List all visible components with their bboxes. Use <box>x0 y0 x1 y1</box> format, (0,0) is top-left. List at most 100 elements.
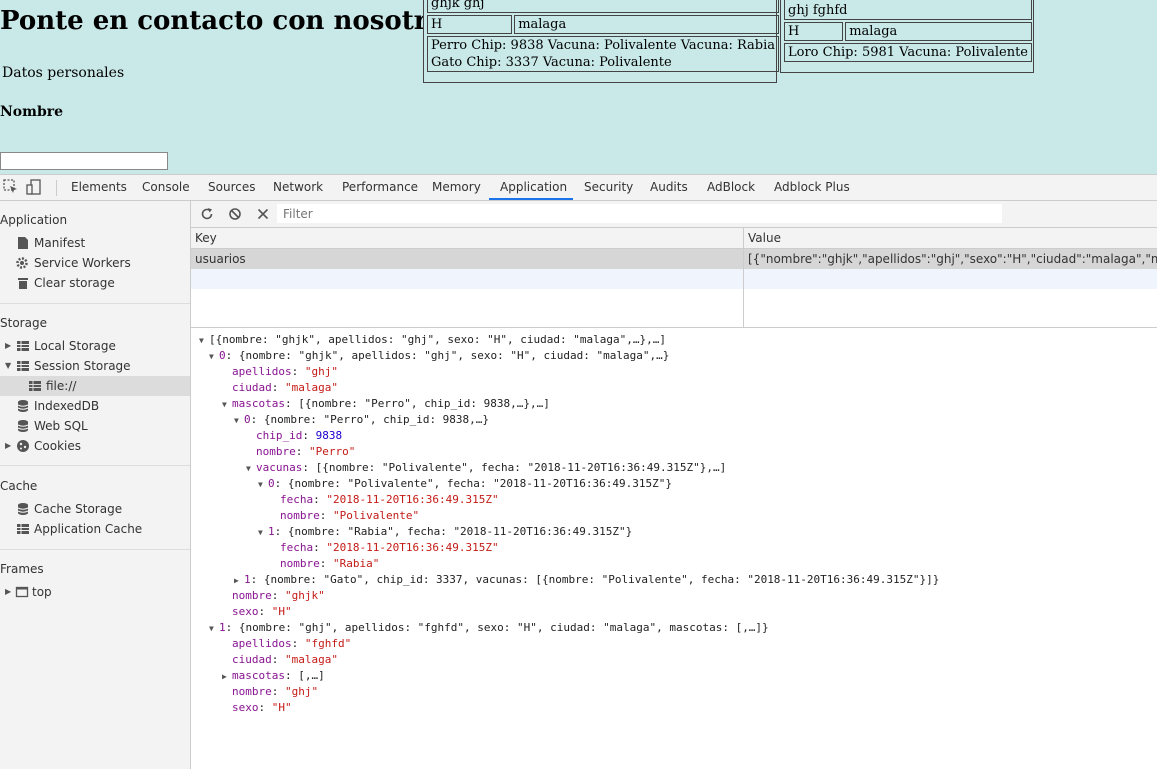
tree-prop: nombre: "Rabia" <box>280 557 380 570</box>
user-ciudad-cell: malaga <box>845 22 1032 41</box>
node-summary: [{nombre: "Polivalente", fecha: "2018-11… <box>315 461 727 474</box>
sidebar-item-label: top <box>32 585 52 599</box>
grid-icon <box>17 524 29 534</box>
node-summary: {nombre: "Rabia", fecha: "2018-11-20T16:… <box>287 525 633 538</box>
prop-value: 9838 <box>315 429 343 442</box>
tab-adblock-plus[interactable]: Adblock Plus <box>765 175 859 200</box>
collapse-arrow-icon[interactable]: ▼ <box>234 413 244 429</box>
table-row[interactable]: usuarios [{"nombre":"ghjk","apellidos":"… <box>191 249 1157 269</box>
tree-prop: ciudad: "malaga" <box>232 653 338 666</box>
sidebar-item-clear-storage[interactable]: Clear storage <box>0 273 190 293</box>
expand-arrow-icon[interactable]: ▶ <box>234 573 244 589</box>
sidebar-divider <box>0 549 190 550</box>
pet-line: Gato Chip: 3337 Vacuna: Polivalente <box>431 55 672 70</box>
collapse-arrow-icon[interactable]: ▼ <box>258 477 268 493</box>
tree-prop: fecha: "2018-11-20T16:36:49.315Z" <box>280 493 499 506</box>
tab-network[interactable]: Network <box>264 175 332 200</box>
tab-audits[interactable]: Audits <box>641 175 697 200</box>
prop-value: "Rabia" <box>333 557 380 570</box>
tree-node-user-1[interactable]: ▼ 1: {nombre: "ghj", apellidos: "fghfd", … <box>209 620 769 636</box>
collapse-arrow-icon[interactable]: ▼ <box>5 356 11 376</box>
sidebar-item-cookies[interactable]: ▶ Cookies <box>0 436 190 456</box>
sidebar-item-local-storage[interactable]: ▶ Local Storage <box>0 336 190 356</box>
key-column-header[interactable]: Key <box>191 228 217 249</box>
tab-performance[interactable]: Performance <box>333 175 427 200</box>
prop-value: "malaga" <box>285 653 338 666</box>
prop-value: "H" <box>271 701 292 714</box>
user-card: ghjk ghj Hmalaga Perro Chip: 9838 Vacuna… <box>423 0 780 83</box>
node-summary: {nombre: "ghj", apellidos: "fghfd", sexo… <box>238 621 769 634</box>
device-toolbar-icon[interactable] <box>25 178 43 196</box>
sidebar-item-websql[interactable]: Web SQL <box>0 416 190 436</box>
tree-node-vacunas[interactable]: ▼ vacunas: [{nombre: "Polivalente", fecha… <box>246 460 726 476</box>
sidebar-divider <box>0 465 190 466</box>
expand-arrow-icon[interactable]: ▶ <box>5 336 11 356</box>
node-summary: [,…] <box>298 669 325 682</box>
tab-sources[interactable]: Sources <box>199 175 264 200</box>
tab-console[interactable]: Console <box>133 175 199 200</box>
nombre-input[interactable] <box>0 152 168 170</box>
sidebar-item-cache-storage[interactable]: Cache Storage <box>0 499 190 519</box>
sidebar-item-frame-top[interactable]: ▶ top <box>0 582 190 602</box>
nombre-label: Nombre <box>0 104 64 120</box>
collapse-arrow-icon[interactable]: ▼ <box>222 397 232 413</box>
node-summary: {nombre: "Perro", chip_id: 9838,…} <box>263 413 490 426</box>
tree-node-mascotas[interactable]: ▼ mascotas: [{nombre: "Perro", chip_id: 9… <box>222 396 550 412</box>
tree-prop: ciudad: "malaga" <box>232 381 338 394</box>
tree-prop: sexo: "H" <box>232 605 292 618</box>
sidebar-item-label: file:// <box>46 379 77 393</box>
collapse-arrow-icon[interactable]: ▼ <box>209 621 219 637</box>
prop-value: "Polivalente" <box>333 509 420 522</box>
sidebar-item-session-storage[interactable]: ▼ Session Storage <box>0 356 190 376</box>
refresh-icon[interactable] <box>200 207 214 221</box>
sidebar-item-session-file[interactable]: file:// <box>0 376 190 396</box>
column-divider[interactable] <box>743 228 744 327</box>
inspect-element-icon[interactable] <box>2 178 20 196</box>
sidebar-item-label: Local Storage <box>34 339 116 353</box>
tree-node-vacuna-0[interactable]: ▼ 0: {nombre: "Polivalente", fecha: "2018… <box>258 476 672 492</box>
sidebar-item-indexeddb[interactable]: IndexedDB <box>0 396 190 416</box>
prop-value: "2018-11-20T16:36:49.315Z" <box>326 493 499 506</box>
sidebar-item-manifest[interactable]: Manifest <box>0 233 190 253</box>
tree-node-mascotas[interactable]: ▶ mascotas: [,…] <box>222 668 325 684</box>
grid-icon <box>17 361 29 371</box>
sidebar-item-service-workers[interactable]: Service Workers <box>0 253 190 273</box>
trash-icon <box>18 278 28 289</box>
expand-arrow-icon[interactable]: ▶ <box>222 669 232 685</box>
sidebar-item-label: Clear storage <box>34 276 115 290</box>
collapse-arrow-icon[interactable]: ▼ <box>246 461 256 477</box>
value-column-header[interactable]: Value <box>744 228 781 249</box>
tab-elements[interactable]: Elements <box>62 175 136 200</box>
prop-value: "ghjk" <box>285 589 325 602</box>
collapse-arrow-icon[interactable]: ▼ <box>209 349 219 365</box>
tab-memory[interactable]: Memory <box>423 175 490 200</box>
collapse-arrow-icon[interactable]: ▼ <box>199 333 209 349</box>
filter-input[interactable] <box>277 204 1002 223</box>
delete-selected-icon[interactable] <box>256 207 270 221</box>
clear-all-icon[interactable] <box>228 207 242 221</box>
tab-adblock[interactable]: AdBlock <box>698 175 764 200</box>
pet-line: Loro Chip: 5981 Vacuna: Polivalente <box>788 45 1028 60</box>
prop-value: "fghfd" <box>304 637 352 650</box>
user-pets-cell: Perro Chip: 9838 Vacuna: Polivalente Vac… <box>427 36 780 72</box>
tab-security[interactable]: Security <box>575 175 642 200</box>
tab-application[interactable]: Application <box>489 175 573 200</box>
section-label: Datos personales <box>2 65 125 81</box>
sidebar-item-label: IndexedDB <box>34 399 100 413</box>
collapse-arrow-icon[interactable]: ▼ <box>258 525 268 541</box>
section-heading-application: Application <box>0 213 68 227</box>
tree-node-root[interactable]: ▼ [{nombre: "ghjk", apellidos: "ghj", sex… <box>199 332 666 348</box>
tree-node-user-0[interactable]: ▼ 0: {nombre: "ghjk", apellidos: "ghj", s… <box>209 348 669 364</box>
expand-arrow-icon[interactable]: ▶ <box>5 582 11 602</box>
sidebar-item-label: Manifest <box>34 236 86 250</box>
tree-node-pet-0[interactable]: ▼ 0: {nombre: "Perro", chip_id: 9838,…} <box>234 412 489 428</box>
sidebar-item-application-cache[interactable]: Application Cache <box>0 519 190 539</box>
devtools-tab-bar: Elements Console Sources Network Perform… <box>0 174 1157 201</box>
tree-prop: apellidos: "fghfd" <box>232 637 352 650</box>
tree-node-pet-1[interactable]: ▶ 1: {nombre: "Gato", chip_id: 3337, vacu… <box>234 572 939 588</box>
tree-node-vacuna-1[interactable]: ▼ 1: {nombre: "Rabia", fecha: "2018-11-20… <box>258 524 632 540</box>
storage-toolbar <box>191 201 1157 228</box>
page-viewport: Ponte en contacto con nosotros Datos per… <box>0 0 1157 174</box>
file-icon <box>18 237 28 249</box>
expand-arrow-icon[interactable]: ▶ <box>5 436 11 456</box>
